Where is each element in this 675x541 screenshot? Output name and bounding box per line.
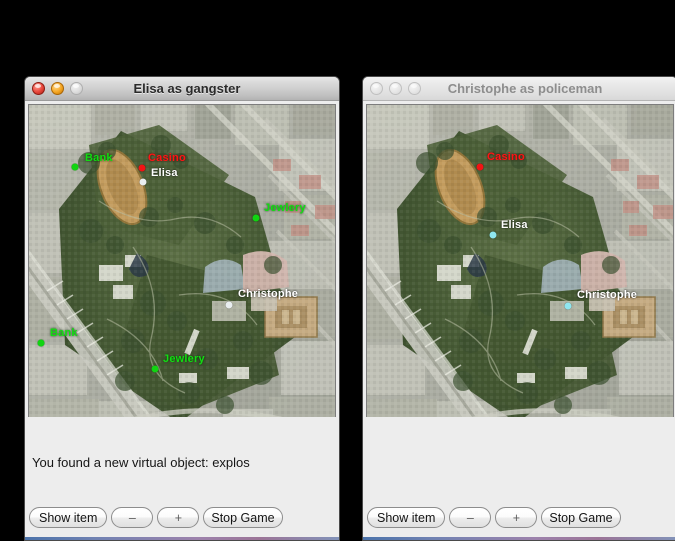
button-bar-policeman: Show item – + Stop Game (367, 507, 621, 528)
map-marker-label-jewlery: Jewlery (163, 353, 205, 365)
show-item-button[interactable]: Show item (29, 507, 108, 528)
button-bar-gangster: Show item – + Stop Game (29, 507, 283, 528)
map-marker-dot-jewlery[interactable] (252, 214, 260, 222)
zoom-button-icon[interactable] (408, 82, 421, 95)
status-message-gangster: You found a new virtual object: explos (32, 455, 250, 470)
map-marker-dot-christophe[interactable] (225, 301, 233, 309)
map-marker-label-christophe: Christophe (238, 288, 299, 300)
map-marker-dot-casino[interactable] (476, 163, 484, 171)
desktop-screen: Elisa as gangster Bank Casino Elisa Jewl… (0, 0, 675, 541)
window-title-policeman: Christophe as policeman (447, 81, 603, 96)
zoom-in-button[interactable]: + (495, 507, 538, 528)
map-marker-label-christophe: Christophe (577, 289, 638, 301)
map-marker-dot-christophe[interactable] (564, 302, 572, 310)
bottom-panel-policeman: Show item – + Stop Game (363, 417, 675, 540)
map-marker-label-bank: Bank (85, 152, 113, 164)
map-marker-label-casino: Casino (487, 151, 525, 163)
map-marker-dot-elisa[interactable] (489, 231, 497, 239)
game-window-gangster[interactable]: Elisa as gangster Bank Casino Elisa Jewl… (24, 76, 340, 541)
map-view-gangster[interactable]: Bank Casino Elisa Jewlery Bank Christophe Jewl… (28, 104, 336, 439)
stop-game-button[interactable]: Stop Game (203, 507, 283, 528)
map-marker-label-bank: Bank (50, 327, 78, 339)
show-item-button[interactable]: Show item (367, 507, 446, 528)
map-view-policeman[interactable]: Casino Elisa Christophe (366, 104, 674, 439)
window-title-gangster: Elisa as gangster (133, 81, 241, 96)
bottom-panel-gangster: You found a new virtual object: explos S… (25, 417, 339, 540)
map-marker-dot-elisa[interactable] (139, 178, 147, 186)
game-window-policeman[interactable]: Christophe as policeman Casino Elisa Chr… (362, 76, 675, 541)
minimize-button-icon[interactable] (389, 82, 402, 95)
zoom-in-button[interactable]: + (157, 507, 200, 528)
zoom-out-button[interactable]: – (111, 507, 154, 528)
window-controls-policeman (370, 82, 421, 95)
map-marker-dot-jewlery[interactable] (151, 365, 159, 373)
window-controls-gangster (32, 82, 83, 95)
zoom-button-icon[interactable] (70, 82, 83, 95)
map-marker-label-elisa: Elisa (151, 167, 178, 179)
minimize-button-icon[interactable] (51, 82, 64, 95)
zoom-out-button[interactable]: – (449, 507, 492, 528)
window-bottom-edge (363, 537, 675, 540)
titlebar-gangster[interactable]: Elisa as gangster (25, 77, 339, 101)
map-marker-dot-casino[interactable] (138, 164, 146, 172)
map-marker-dot-bank[interactable] (71, 163, 79, 171)
titlebar-policeman[interactable]: Christophe as policeman (363, 77, 675, 101)
map-marker-label-elisa: Elisa (501, 219, 528, 231)
close-button-icon[interactable] (32, 82, 45, 95)
close-button-icon[interactable] (370, 82, 383, 95)
map-marker-label-casino: Casino (148, 152, 186, 164)
map-marker-dot-bank[interactable] (37, 339, 45, 347)
window-bottom-edge (25, 537, 339, 540)
map-marker-label-jewlery: Jewlery (264, 202, 306, 214)
stop-game-button[interactable]: Stop Game (541, 507, 621, 528)
